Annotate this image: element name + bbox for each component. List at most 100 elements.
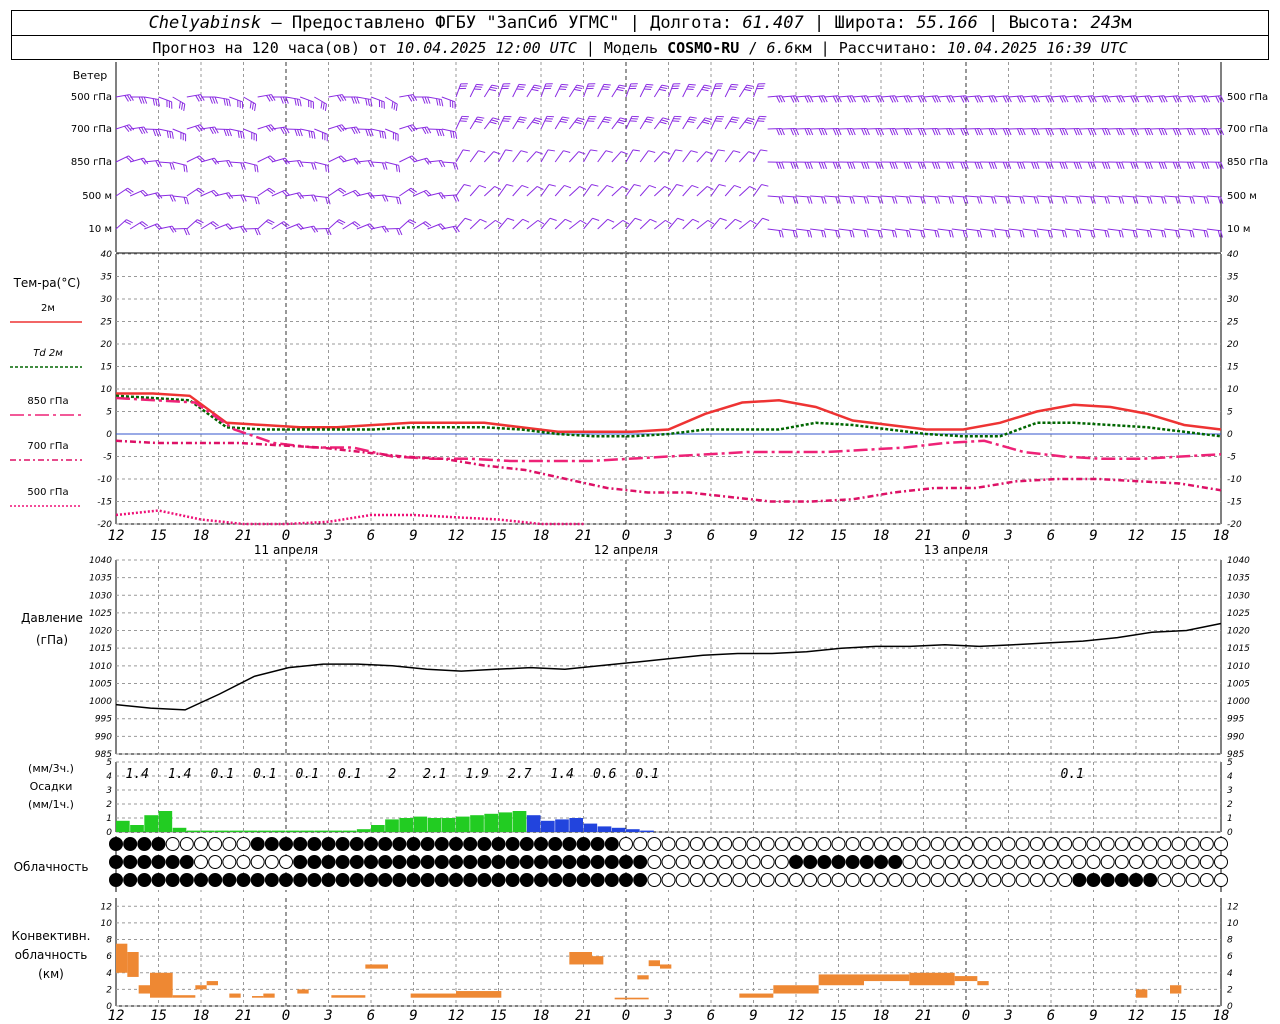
cloud-octa-circle <box>519 855 534 869</box>
wind-barb-feather <box>1016 161 1021 169</box>
cloud-octa-circle <box>519 837 534 851</box>
cloud-octa-circle <box>1143 873 1158 887</box>
wind-barb-feather <box>490 86 498 90</box>
wind-barb-feather <box>806 230 810 238</box>
wind-barb-feather <box>1147 128 1151 136</box>
cloud-octa-circle <box>364 873 378 887</box>
wind-barb <box>498 149 506 163</box>
wind-barb-feather <box>1087 128 1092 136</box>
cloud-octa-circle <box>1129 855 1143 869</box>
cloud-octa-circle <box>576 873 591 887</box>
press-ytick-left: 1030 <box>89 591 112 601</box>
press-ytick-right: 1035 <box>1227 574 1250 584</box>
cloud-octa-circle <box>293 855 308 869</box>
wind-barb-feather <box>1078 162 1083 169</box>
wind-barb-feather <box>520 150 528 153</box>
cloud-octa-circle <box>534 873 548 887</box>
wind-barb-feather <box>1073 128 1078 136</box>
wind-barb-feather <box>181 102 184 110</box>
rain-bar <box>328 830 343 832</box>
wind-barb-feather <box>282 96 287 104</box>
cloud-octa-circle <box>264 837 279 851</box>
wind-barb-feather <box>908 230 912 238</box>
conv-ytick-left: 8 <box>106 936 112 946</box>
precip-3h-label: 1.4 <box>551 767 574 782</box>
cloud-octa-circle <box>619 855 633 869</box>
temp-ytick-left: -20 <box>97 520 112 530</box>
wind-barb-feather <box>962 128 967 136</box>
cloud-octa-circle <box>123 837 138 851</box>
wind-barb-feather <box>440 99 444 107</box>
wind-barb-feather <box>948 196 952 204</box>
wind-barb-feather <box>621 186 629 190</box>
cloud-octa-circle <box>1015 855 1030 869</box>
wind-barb-feather <box>296 98 300 106</box>
wind-barb-feather <box>809 196 813 204</box>
cloud-octa-circle <box>505 855 520 869</box>
wind-barb-feather <box>171 131 174 139</box>
wind-barb <box>554 185 565 197</box>
temp-ytick-left: 15 <box>101 363 113 373</box>
wind-barb <box>753 184 762 197</box>
precipitation-panel: 1.4 1.4 0.1 0.1 0.1 0.1 2 2.1 1.9 2.7 1.4 0.6 0.1 0.1 <box>116 767 1084 832</box>
conv-ytick-left: 6 <box>106 952 112 962</box>
hour-label-bottom: 3 <box>1003 1008 1012 1024</box>
wind-barb-feather <box>731 83 739 86</box>
rain-bar <box>172 827 187 832</box>
hour-label-mid: 15 <box>150 528 167 544</box>
cloud-octa-circle <box>491 873 506 887</box>
wind-barb-feather <box>1005 162 1009 169</box>
cloud-octa-circle <box>1100 873 1115 887</box>
hour-label-mid: 12 <box>448 528 465 544</box>
wind-barb-feather <box>299 129 303 137</box>
cloud-octa-circle <box>817 855 832 869</box>
wind-barb-feather <box>1191 230 1195 238</box>
hour-label-bottom: 12 <box>448 1008 465 1024</box>
wind-barb-feather <box>948 162 953 169</box>
cloud-octa-circle <box>449 855 463 869</box>
wind-barb-feather <box>517 120 525 123</box>
cloud-octa-circle <box>1072 873 1087 887</box>
wind-barb-feather <box>223 129 227 137</box>
meteogram: 1.4 1.4 0.1 0.1 0.1 0.1 2 2.1 1.9 2.7 1.4 0.6 0.1 0.1… <box>10 62 1268 1024</box>
cloud-octa-circle <box>704 855 718 869</box>
wind-barb-feather <box>1059 128 1064 136</box>
wind-barb-feather <box>1090 162 1094 169</box>
wind-barb-feather <box>863 128 868 136</box>
wind-barb-feather <box>729 120 737 123</box>
cloud-octa-circle <box>817 873 832 887</box>
wind-barb-feather <box>934 128 939 136</box>
snow-bar <box>541 820 555 832</box>
hour-label-bottom: 0 <box>282 1008 290 1024</box>
cloud-octa-circle <box>1185 837 1200 851</box>
wind-barb-feather <box>155 129 159 137</box>
conv-cloud-bar <box>410 993 456 998</box>
wind-barb-feather <box>183 228 188 236</box>
wind-barb-feather <box>807 162 811 169</box>
wind-barb-feather <box>778 128 783 136</box>
hour-label-mid: 15 <box>1170 528 1187 544</box>
wind-barb-feather <box>494 186 502 190</box>
wind-barb-feather <box>658 88 667 92</box>
cloud-octa-circle <box>279 855 293 869</box>
wind-barb-feather <box>934 196 938 204</box>
press-ytick-right: 1015 <box>1227 644 1250 654</box>
wind-barb-feather <box>308 130 311 138</box>
temp-ytick-right: 20 <box>1227 340 1239 350</box>
wind-barb-feather <box>1206 196 1210 204</box>
hour-label-bottom: 6 <box>367 1008 375 1024</box>
cloud-octa-circle <box>888 873 903 887</box>
wind-barb-feather <box>240 162 244 170</box>
wind-barb-feather <box>455 131 458 139</box>
wind-barb-feather <box>1172 128 1177 136</box>
pressure-unit: (гПа) <box>36 633 68 647</box>
wind-barb-feather <box>644 88 652 91</box>
cloud-octa-circle <box>930 855 945 869</box>
wind-barb-feather <box>478 150 486 153</box>
wind-barb-feather <box>1203 230 1207 238</box>
conv-ytick-right: 0 <box>1227 1002 1233 1012</box>
rain-bar <box>470 815 484 832</box>
wind-barb-feather <box>946 161 950 169</box>
wind-barb-feather <box>183 164 186 172</box>
temp-ytick-right: 35 <box>1227 273 1239 283</box>
